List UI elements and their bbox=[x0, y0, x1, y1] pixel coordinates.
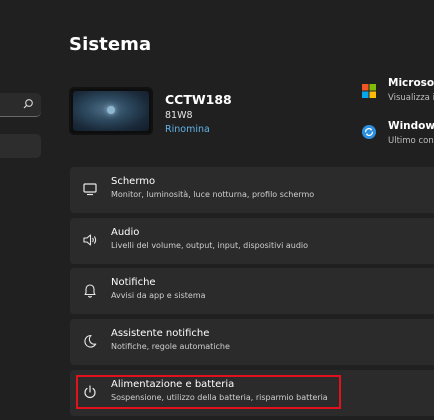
promo-microsoft-subtitle: Visualizza i v bbox=[388, 93, 434, 103]
moon-icon bbox=[84, 334, 97, 348]
settings-row-schermo[interactable]: Schermo Monitor, luminosità, luce nottur… bbox=[70, 167, 434, 213]
speaker-icon bbox=[83, 234, 97, 246]
row-subtitle: Livelli del volume, output, input, dispo… bbox=[111, 241, 309, 250]
promo-windows-update-subtitle: Ultimo cont bbox=[388, 136, 434, 146]
row-title: Audio bbox=[111, 227, 140, 238]
settings-window: Sistema CCTW188 81W8 Rinomina Microsoft … bbox=[0, 0, 434, 420]
settings-row-audio[interactable]: Audio Livelli del volume, output, input,… bbox=[70, 218, 434, 264]
promo-microsoft-title[interactable]: Microsoft bbox=[388, 77, 434, 89]
promo-windows-update-title[interactable]: Windows U bbox=[388, 120, 434, 132]
row-title: Schermo bbox=[111, 176, 156, 187]
search-icon bbox=[23, 99, 33, 109]
bell-icon bbox=[84, 284, 96, 298]
page-title: Sistema bbox=[69, 34, 152, 55]
device-model: 81W8 bbox=[165, 110, 193, 121]
row-subtitle: Monitor, luminosità, luce notturna, prof… bbox=[111, 190, 315, 199]
row-title: Assistente notifiche bbox=[111, 328, 210, 339]
settings-row-notifiche[interactable]: Notifiche Avvisi da app e sistema bbox=[70, 268, 434, 314]
rename-link[interactable]: Rinomina bbox=[165, 124, 210, 135]
row-subtitle: Notifiche, regole automatiche bbox=[111, 342, 230, 351]
sidebar-item-selected[interactable] bbox=[0, 134, 41, 158]
device-thumbnail bbox=[69, 87, 153, 135]
windows-update-icon bbox=[362, 124, 376, 143]
microsoft-logo-icon bbox=[362, 83, 376, 102]
highlight-annotation bbox=[76, 375, 341, 409]
device-name: CCTW188 bbox=[165, 92, 232, 107]
settings-row-assistente-notifiche[interactable]: Assistente notifiche Notifiche, regole a… bbox=[70, 319, 434, 365]
row-subtitle: Avvisi da app e sistema bbox=[111, 291, 206, 300]
row-title: Notifiche bbox=[111, 277, 156, 288]
search-input[interactable] bbox=[0, 93, 41, 117]
display-icon bbox=[83, 183, 97, 196]
